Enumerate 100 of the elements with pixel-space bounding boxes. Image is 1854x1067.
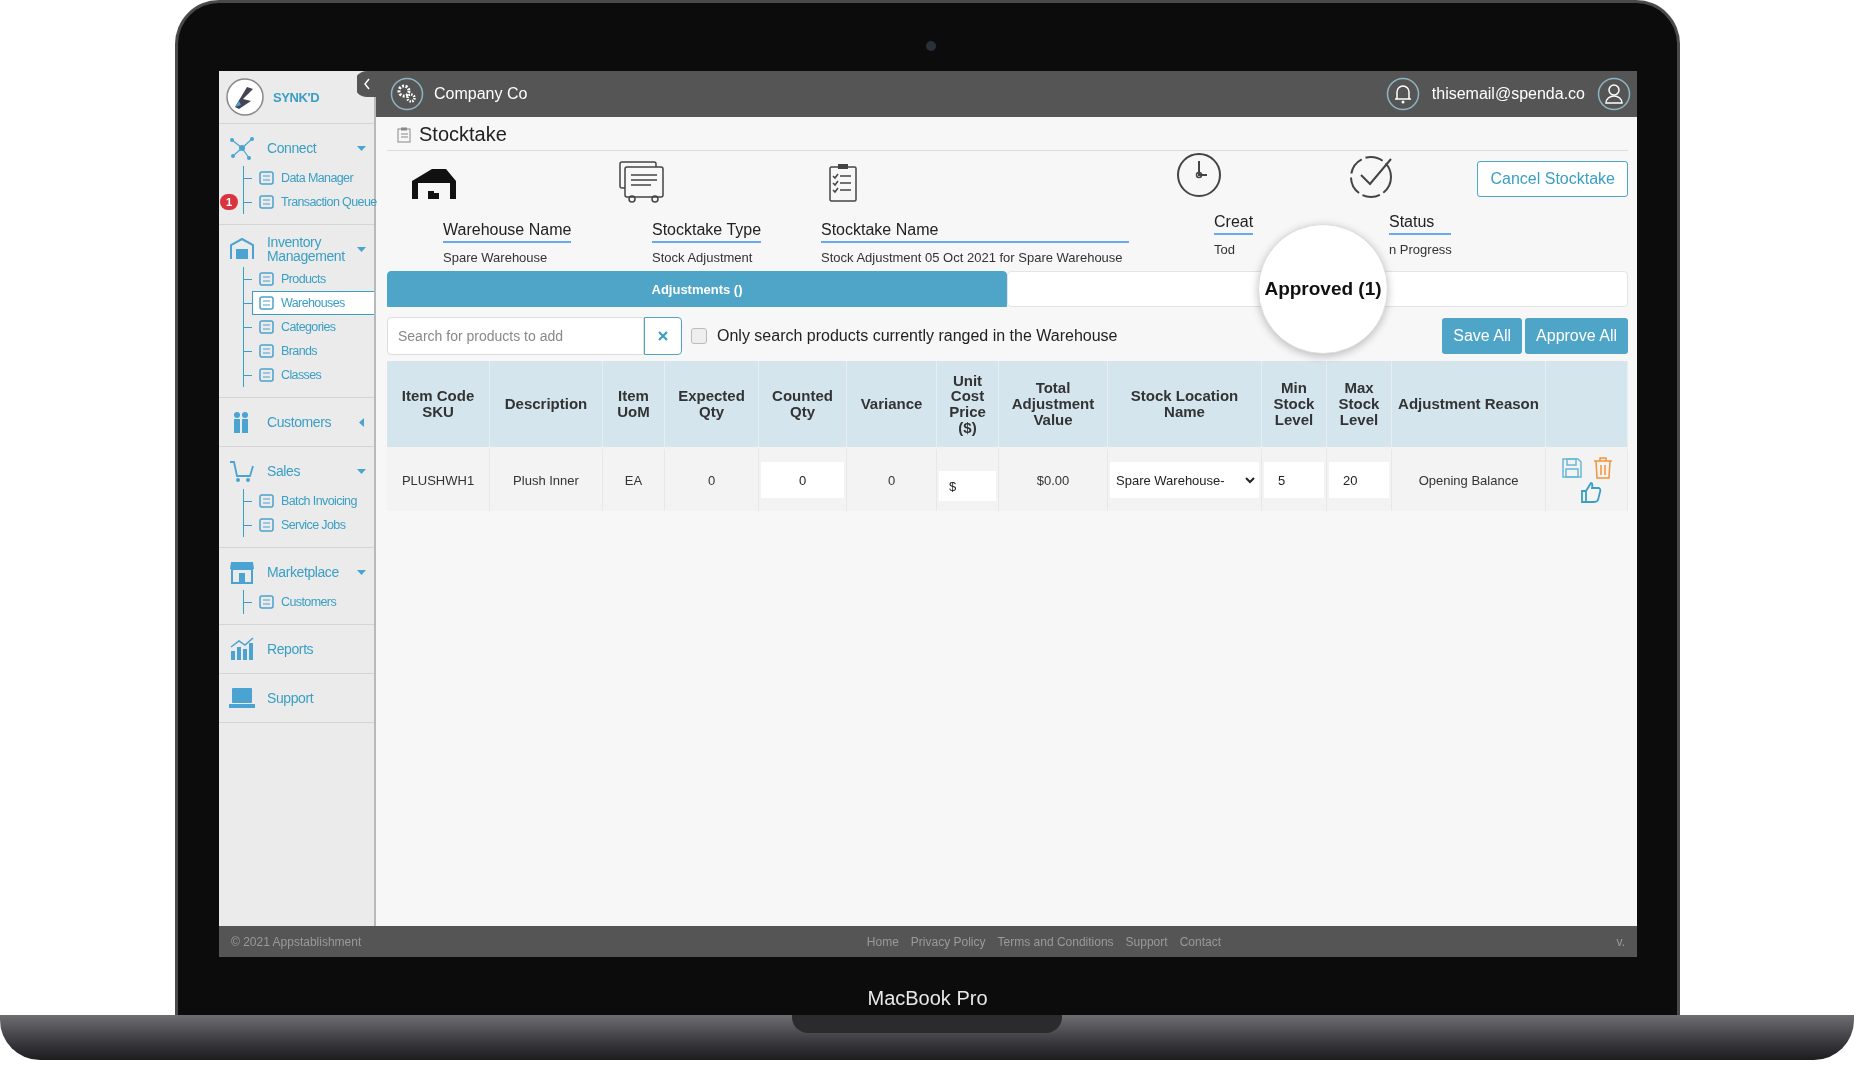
user-email: thisemail@spenda.co	[1431, 85, 1585, 103]
item-icon	[259, 296, 275, 310]
item-icon	[259, 195, 275, 209]
max-level-input[interactable]: 20	[1329, 462, 1389, 498]
column-header: Unit Cost Price ($)	[948, 372, 987, 436]
unit-cost-input[interactable]: $	[939, 471, 996, 501]
network-icon	[229, 136, 255, 160]
clock-icon	[1175, 151, 1223, 199]
clear-button[interactable]	[644, 317, 682, 355]
tab[interactable]: Adjustments ()	[387, 271, 1007, 307]
min-level-input[interactable]: 5	[1264, 462, 1324, 498]
field-value: Spare Warehouse	[443, 250, 548, 265]
item-icon	[259, 595, 275, 609]
company-name: Company Co	[434, 85, 528, 103]
sidebar-item[interactable]: Support	[219, 680, 374, 716]
thumbs-up-icon[interactable]	[1579, 481, 1602, 503]
sidebar-item[interactable]: Connect	[219, 130, 374, 166]
user-icon[interactable]	[1597, 77, 1631, 111]
sidebar-item[interactable]: Data Manager	[252, 166, 374, 190]
trash-icon[interactable]	[1592, 457, 1613, 479]
action-button[interactable]: Approve All	[1525, 318, 1628, 354]
counted-qty-input[interactable]: 0	[761, 462, 844, 498]
footer-link[interactable]: Support	[1125, 934, 1168, 949]
stock-location-select[interactable]: Spare Warehouse-	[1110, 462, 1259, 498]
column-header: Description	[504, 396, 588, 412]
cart-icon	[229, 459, 255, 483]
sidebar-item[interactable]: Customers	[252, 590, 374, 614]
column-header: Total Adjustment Value	[1010, 380, 1096, 428]
action-button[interactable]: Save All	[1442, 318, 1523, 354]
sidebar-item[interactable]: Sales	[219, 453, 374, 489]
column-header: Variance	[860, 396, 923, 412]
table-cell: PLUSHWH1	[401, 472, 475, 488]
checkbox[interactable]	[691, 328, 707, 344]
collapse-icon[interactable]	[357, 71, 377, 97]
column-header: Item Code SKU	[400, 388, 476, 420]
laptop-icon	[229, 686, 255, 710]
footer-link[interactable]: Home	[866, 934, 899, 949]
copyright-text: © 2021 Appstablishment	[231, 934, 362, 949]
table-cell: EA	[624, 472, 643, 488]
table-cell: 0	[887, 472, 896, 488]
footer-link[interactable]: Contact	[1179, 934, 1221, 949]
column-header: Stock Location Name	[1129, 388, 1240, 420]
bell-icon[interactable]	[1385, 77, 1420, 111]
brand-name: SYNK'D	[273, 89, 320, 105]
table-cell: Plush Inner	[513, 472, 579, 488]
table-cell: $0.00	[1036, 472, 1070, 488]
sidebar-item[interactable]: Marketplace	[219, 554, 374, 590]
field-value: Stock Adjustment	[652, 250, 753, 265]
version-text: v.	[1616, 934, 1625, 949]
clipboard-icon	[397, 126, 411, 143]
laptop-model-label: MacBook Pro	[866, 987, 989, 1010]
logo-icon	[225, 77, 265, 117]
field-value: Stock Adjustment 05 Oct 2021 for Spare Warehouse	[821, 250, 1123, 265]
column-header: Min Stock Level	[1272, 380, 1316, 428]
save-icon[interactable]	[1560, 457, 1583, 479]
sidebar-item[interactable]: Warehouses	[252, 291, 374, 315]
checkbox-label: Only search products currently ranged in the Warehouse	[717, 327, 1118, 345]
item-icon	[259, 518, 275, 532]
sidebar-item[interactable]: Brands	[252, 339, 374, 363]
sidebar-item[interactable]: Customers	[219, 404, 374, 440]
field-label: Creat	[1214, 213, 1254, 235]
sidebar-item[interactable]: Transaction Queue	[252, 190, 383, 214]
column-header: Item UoM	[616, 388, 651, 420]
cancel-stocktake-button[interactable]: Cancel Stocktake	[1477, 161, 1628, 197]
sidebar-item[interactable]: Reports	[219, 631, 374, 667]
close-icon	[658, 331, 668, 341]
item-icon	[259, 368, 275, 382]
column-header: Counted Qty	[771, 388, 834, 420]
search-field[interactable]: Search for products to add	[387, 317, 644, 355]
field-label: Warehouse Name	[443, 221, 572, 243]
item-icon	[259, 320, 275, 334]
settings-icon[interactable]	[390, 77, 424, 111]
table-cell: Opening Balance	[1418, 472, 1519, 488]
field-label: Stocktake Name	[821, 221, 1129, 243]
chart-icon	[229, 637, 255, 661]
camera-dot	[926, 41, 936, 51]
sidebar-item[interactable]: Inventory Management	[219, 231, 374, 267]
tab-magnifier[interactable]: Approved (1)	[1258, 224, 1388, 354]
column-header: Max Stock Level	[1337, 380, 1381, 428]
notification-badge: 1	[220, 194, 239, 210]
item-icon	[259, 171, 275, 185]
item-icon	[259, 272, 275, 286]
warehouse-icon	[229, 237, 255, 261]
sidebar-item[interactable]: Classes	[252, 363, 374, 387]
column-header: Adjustment Reason	[1398, 396, 1539, 412]
sidebar-item[interactable]: Categories	[252, 315, 374, 339]
sidebar-item[interactable]: Products	[252, 267, 374, 291]
sidebar-item[interactable]: Service Jobs	[252, 513, 374, 537]
table-cell: 0	[707, 472, 716, 488]
page-title: Stocktake	[419, 123, 507, 146]
item-icon	[259, 344, 275, 358]
field-value: n Progress	[1389, 242, 1452, 257]
caret-icon	[1245, 476, 1255, 484]
item-icon	[259, 494, 275, 508]
field-label: Stocktake Type	[652, 221, 762, 243]
footer-link[interactable]: Terms and Conditions	[997, 934, 1114, 949]
column-header: Expected Qty	[677, 388, 746, 420]
field-label: Status	[1389, 213, 1451, 235]
sidebar-item[interactable]: Batch Invoicing	[252, 489, 374, 513]
footer-link[interactable]: Privacy Policy	[910, 934, 986, 949]
